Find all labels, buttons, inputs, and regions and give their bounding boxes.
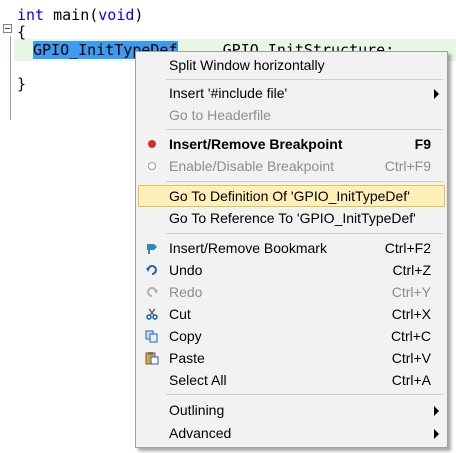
menu-item-go-to-definition[interactable]: Go To Definition Of 'GPIO_InitTypeDef' — [138, 185, 445, 207]
menu-item-label: Redo — [169, 284, 203, 300]
menu-item-shortcut: F9 — [414, 136, 431, 152]
menu-item-advanced[interactable]: Advanced — [138, 422, 445, 444]
menu-separator — [166, 233, 443, 234]
menu-item-shortcut: Ctrl+F2 — [384, 240, 431, 256]
menu-item-shortcut: Ctrl+Z — [392, 262, 432, 278]
menu-item-shortcut: Ctrl+A — [391, 372, 431, 388]
menu-item-enable-disable-breakpoint[interactable]: Enable/Disable Breakpoint Ctrl+F9 — [138, 155, 445, 177]
paste-icon — [145, 352, 159, 365]
fold-collapse-icon[interactable] — [3, 24, 12, 33]
menu-item-label: Enable/Disable Breakpoint — [169, 158, 334, 174]
menu-separator — [166, 394, 443, 395]
menu-item-insert-include[interactable]: Insert '#include file' — [138, 82, 445, 104]
submenu-arrow-icon — [434, 89, 439, 99]
menu-item-shortcut: Ctrl+X — [391, 306, 431, 322]
bookmark-icon — [147, 244, 157, 254]
menu-item-select-all[interactable]: Select All Ctrl+A — [138, 369, 445, 391]
copy-icon — [145, 330, 158, 343]
menu-separator — [166, 129, 443, 130]
menu-item-label: Undo — [169, 262, 203, 278]
menu-item-split-window[interactable]: Split Window horizontally — [138, 54, 445, 76]
menu-item-copy[interactable]: Copy Ctrl+C — [138, 325, 445, 347]
redo-icon — [147, 287, 158, 297]
menu-item-shortcut: Ctrl+F9 — [384, 158, 431, 174]
submenu-arrow-icon — [434, 429, 439, 439]
menu-separator — [166, 181, 443, 182]
code-line-1[interactable]: int main(void) — [17, 5, 143, 25]
code-text: main( — [44, 6, 99, 24]
menu-item-label: Copy — [169, 328, 202, 344]
menu-item-undo[interactable]: Undo Ctrl+Z — [138, 259, 445, 281]
code-line-4[interactable]: } — [17, 74, 26, 94]
menu-item-outlining[interactable]: Outlining — [138, 399, 445, 421]
menu-item-label: Insert '#include file' — [169, 85, 288, 101]
menu-item-label: Insert/Remove Breakpoint — [169, 136, 343, 152]
menu-item-insert-remove-breakpoint[interactable]: Insert/Remove Breakpoint F9 — [138, 133, 445, 155]
menu-item-shortcut: Ctrl+C — [390, 328, 431, 344]
keyword-void: void — [98, 6, 135, 24]
menu-item-label: Go to Headerfile — [169, 107, 271, 123]
submenu-arrow-icon — [434, 406, 439, 416]
menu-item-redo[interactable]: Redo Ctrl+Y — [138, 281, 445, 303]
menu-item-go-to-headerfile[interactable]: Go to Headerfile — [138, 104, 445, 126]
menu-item-label: Split Window horizontally — [169, 57, 325, 73]
menu-item-label: Advanced — [169, 425, 232, 441]
menu-item-label: Outlining — [169, 402, 225, 418]
menu-item-label: Paste — [169, 350, 205, 366]
menu-item-shortcut: Ctrl+Y — [391, 284, 431, 300]
menu-item-label: Select All — [169, 372, 227, 388]
code-line-2[interactable]: { — [17, 22, 26, 42]
code-text: ) — [134, 6, 144, 24]
menu-item-cut[interactable]: Cut Ctrl+X — [138, 303, 445, 325]
breakpoint-icon — [148, 140, 156, 148]
menu-item-go-to-reference[interactable]: Go To Reference To 'GPIO_InitTypeDef' — [138, 207, 445, 229]
context-menu: Split Window horizontally Insert '#inclu… — [135, 51, 448, 448]
scissors-icon — [146, 308, 158, 320]
menu-item-label: Cut — [169, 306, 191, 322]
breakpoint-disabled-icon — [148, 162, 156, 170]
menu-item-label: Go To Definition Of 'GPIO_InitTypeDef' — [169, 188, 410, 204]
menu-separator — [166, 79, 443, 80]
menu-item-shortcut: Ctrl+V — [391, 350, 431, 366]
menu-item-label: Go To Reference To 'GPIO_InitTypeDef' — [169, 210, 416, 226]
menu-item-insert-remove-bookmark[interactable]: Insert/Remove Bookmark Ctrl+F2 — [138, 237, 445, 259]
menu-item-label: Insert/Remove Bookmark — [169, 240, 327, 256]
undo-icon — [146, 265, 157, 275]
fold-guide-line — [10, 36, 11, 120]
menu-item-paste[interactable]: Paste Ctrl+V — [138, 347, 445, 369]
